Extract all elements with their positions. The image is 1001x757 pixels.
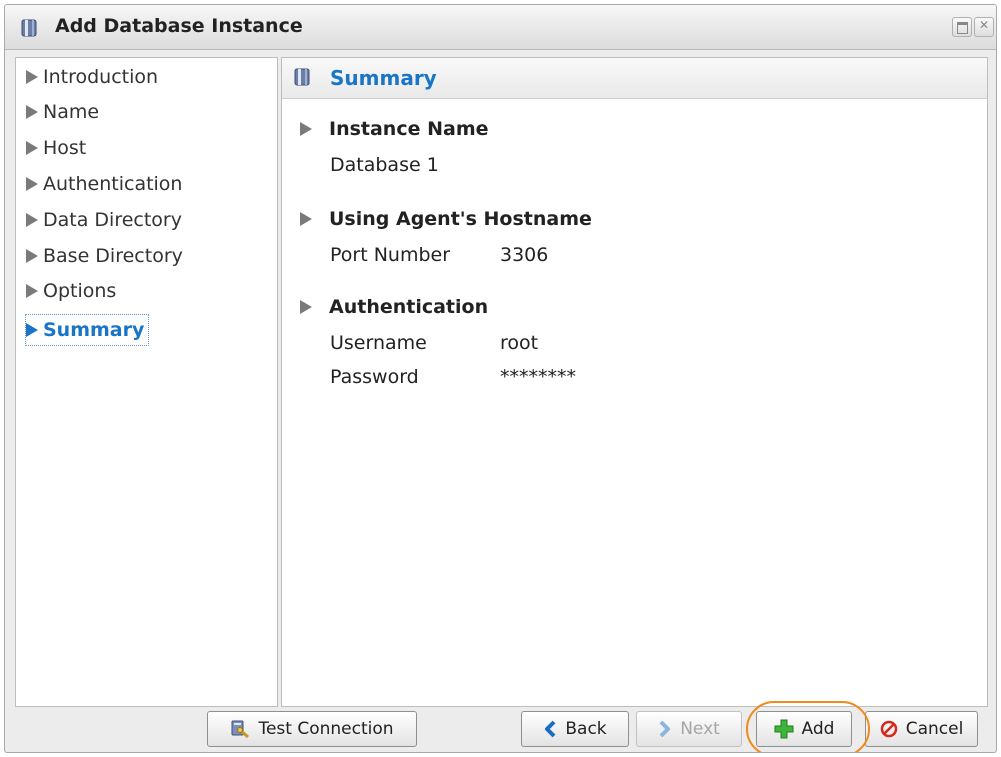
button-label: Back [565, 719, 607, 739]
sidebar-item-host[interactable]: Host [26, 133, 86, 163]
title-bar[interactable]: Add Database Instance [5, 5, 996, 50]
sidebar-item-introduction[interactable]: Introduction [26, 62, 158, 92]
sidebar-item-label: Summary [43, 319, 145, 341]
panel-title: Summary [330, 66, 437, 90]
database-icon [294, 68, 310, 86]
panel-header: Summary [282, 58, 987, 99]
triangle-right-icon [26, 284, 38, 298]
sidebar-item-label: Name [43, 101, 100, 123]
password-label: Password [330, 366, 419, 388]
triangle-right-icon [300, 300, 312, 314]
username-label: Username [330, 332, 427, 354]
port-number-value: 3306 [500, 244, 549, 266]
test-connection-icon [231, 720, 250, 739]
sidebar-item-label: Authentication [43, 173, 183, 195]
hostname-section: Using Agent's Hostname [300, 208, 592, 230]
section-heading: Instance Name [329, 118, 489, 140]
sidebar-item-options[interactable]: Options [26, 276, 116, 306]
section-heading: Using Agent's Hostname [329, 208, 592, 230]
username-value: root [500, 332, 539, 354]
sidebar-item-label: Host [43, 137, 87, 159]
triangle-right-icon [26, 249, 38, 263]
test-connection-button[interactable]: Test Connection [207, 711, 417, 747]
database-icon [21, 19, 37, 37]
button-label: Next [680, 719, 720, 739]
port-number-label: Port Number [330, 244, 451, 266]
sidebar-item-label: Options [43, 280, 117, 302]
next-button[interactable]: Next [636, 711, 742, 747]
cancel-icon [880, 720, 897, 738]
instance-name-value: Database 1 [330, 154, 439, 176]
sidebar-item-label: Introduction [43, 66, 159, 88]
triangle-right-icon [300, 122, 312, 136]
sidebar-item-summary[interactable]: Summary [25, 314, 150, 346]
triangle-right-icon [26, 213, 38, 227]
triangle-right-icon [26, 70, 38, 84]
password-value: ******** [500, 366, 576, 388]
chevron-left-icon [545, 720, 556, 738]
button-label: Cancel [905, 719, 964, 739]
button-label: Add [801, 719, 835, 739]
sidebar-item-base-directory[interactable]: Base Directory [26, 241, 183, 271]
triangle-right-icon [26, 141, 38, 155]
sidebar-item-name[interactable]: Name [26, 97, 99, 127]
maximize-button[interactable] [952, 17, 972, 37]
chevron-right-icon [659, 720, 671, 738]
button-label: Test Connection [258, 719, 394, 739]
sidebar-item-label: Base Directory [43, 245, 183, 267]
summary-panel: Summary Instance Name Database 1 Using A… [281, 57, 988, 707]
authentication-section: Authentication [300, 296, 488, 318]
sidebar-item-label: Data Directory [43, 209, 182, 231]
triangle-right-icon [26, 177, 38, 191]
sidebar-item-authentication[interactable]: Authentication [26, 169, 182, 199]
window-title: Add Database Instance [55, 15, 303, 37]
wizard-steps-sidebar: Introduction Name Host Authentication Da… [15, 57, 278, 707]
add-button[interactable]: Add [756, 711, 852, 747]
sidebar-item-data-directory[interactable]: Data Directory [26, 205, 182, 235]
back-button[interactable]: Back [521, 711, 629, 747]
triangle-right-icon [26, 323, 38, 337]
plus-icon [774, 719, 794, 739]
close-button[interactable] [974, 17, 994, 37]
triangle-right-icon [26, 105, 38, 119]
instance-name-section: Instance Name [300, 118, 489, 140]
triangle-right-icon [300, 212, 312, 226]
add-database-instance-dialog: Add Database Instance Introduction Name … [4, 4, 997, 753]
section-heading: Authentication [329, 296, 489, 318]
cancel-button[interactable]: Cancel [865, 711, 978, 747]
